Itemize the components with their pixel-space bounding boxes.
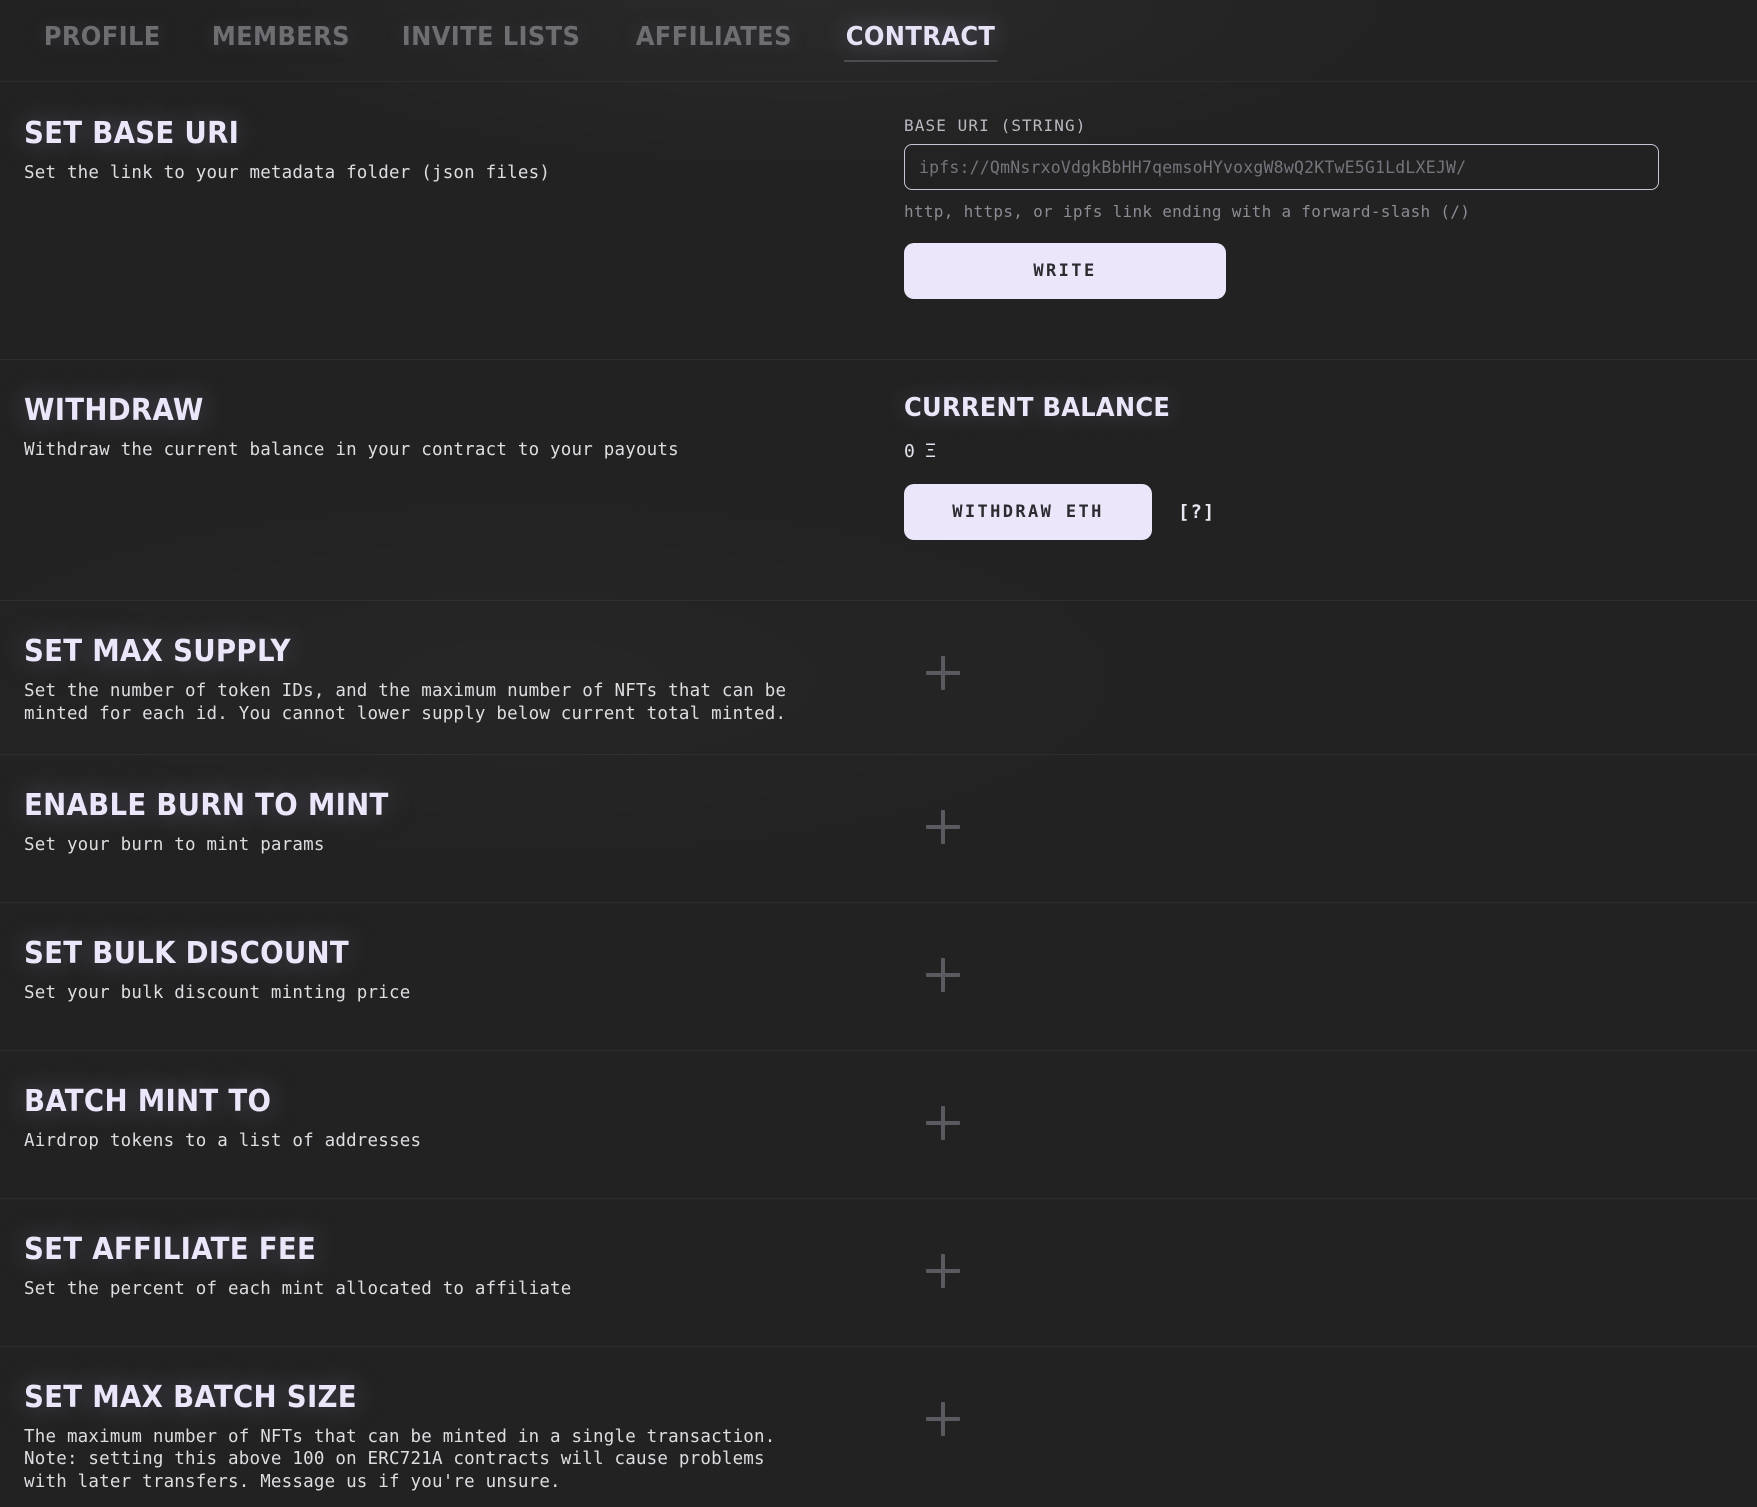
section-enable-burn-to-mint[interactable]: ENABLE BURN TO MINT Set your burn to min… (0, 754, 1757, 902)
section-withdraw-panel: CURRENT BALANCE 0 Ξ WITHDRAW ETH [?] (904, 359, 1757, 600)
section-description: Set the number of token IDs, and the max… (24, 680, 904, 726)
withdraw-actions: WITHDRAW ETH [?] (904, 462, 1757, 540)
plus-icon[interactable] (926, 810, 960, 844)
page-title-withdraw: WITHDRAW (24, 393, 834, 428)
section-set-base-uri: SET BASE URI Set the link to your metada… (0, 82, 1757, 359)
plus-icon[interactable] (926, 1402, 960, 1436)
section-set-max-batch-size-info: SET MAX BATCH SIZE The maximum number of… (24, 1346, 904, 1507)
section-withdraw: WITHDRAW Withdraw the current balance in… (0, 359, 1757, 600)
section-set-affiliate-fee[interactable]: SET AFFILIATE FEE Set the percent of eac… (0, 1198, 1757, 1346)
section-description: Airdrop tokens to a list of addresses (24, 1130, 904, 1153)
page-title-batch-mint-to: BATCH MINT TO (24, 1084, 834, 1119)
tab-affiliates[interactable]: AFFILIATES (632, 18, 796, 68)
plus-icon[interactable] (926, 656, 960, 690)
section-batch-mint-to-info: BATCH MINT TO Airdrop tokens to a list o… (24, 1050, 904, 1181)
ethereum-icon: Ξ (925, 442, 936, 461)
current-balance-row: 0 Ξ (904, 441, 1757, 462)
base-uri-field-label: BASE URI (STRING) (904, 116, 1757, 135)
write-button[interactable]: WRITE (904, 243, 1226, 299)
plus-icon[interactable] (926, 1106, 960, 1140)
section-set-base-uri-info: SET BASE URI Set the link to your metada… (24, 82, 904, 245)
base-uri-help-text: http, https, or ipfs link ending with a … (904, 202, 1757, 221)
section-description: The maximum number of NFTs that can be m… (24, 1426, 904, 1494)
section-set-max-supply-info: SET MAX SUPPLY Set the number of token I… (24, 600, 904, 754)
page-title-set-bulk-discount: SET BULK DISCOUNT (24, 936, 834, 971)
page-title-enable-burn-to-mint: ENABLE BURN TO MINT (24, 788, 834, 823)
base-uri-input[interactable] (904, 144, 1659, 190)
section-description: Set the percent of each mint allocated t… (24, 1278, 904, 1301)
tab-contract[interactable]: CONTRACT (842, 18, 999, 68)
section-set-affiliate-fee-toggle (904, 1198, 1757, 1288)
section-description: Withdraw the current balance in your con… (24, 439, 904, 462)
page-title-set-max-batch-size: SET MAX BATCH SIZE (24, 1380, 834, 1415)
balance-value: 0 (904, 441, 915, 462)
page-title-set-base-uri: SET BASE URI (24, 116, 834, 151)
current-balance-title: CURRENT BALANCE (904, 393, 1697, 423)
section-set-max-batch-size[interactable]: SET MAX BATCH SIZE The maximum number of… (0, 1346, 1757, 1507)
page-title-set-max-supply: SET MAX SUPPLY (24, 634, 834, 669)
section-description: Set your bulk discount minting price (24, 982, 904, 1005)
section-description: Set your burn to mint params (24, 834, 904, 857)
section-batch-mint-to-toggle (904, 1050, 1757, 1140)
tab-members[interactable]: MEMBERS (208, 18, 354, 68)
section-batch-mint-to[interactable]: BATCH MINT TO Airdrop tokens to a list o… (0, 1050, 1757, 1198)
section-description: Set the link to your metadata folder (js… (24, 162, 904, 185)
plus-icon[interactable] (926, 958, 960, 992)
section-set-max-batch-size-toggle (904, 1346, 1757, 1436)
section-set-max-supply-toggle (904, 600, 1757, 690)
section-withdraw-info: WITHDRAW Withdraw the current balance in… (24, 359, 904, 522)
section-set-bulk-discount[interactable]: SET BULK DISCOUNT Set your bulk discount… (0, 902, 1757, 1050)
section-set-max-supply[interactable]: SET MAX SUPPLY Set the number of token I… (0, 600, 1757, 754)
section-set-bulk-discount-toggle (904, 902, 1757, 992)
tab-invite-lists[interactable]: INVITE LISTS (398, 18, 584, 68)
help-icon[interactable]: [?] (1178, 501, 1215, 523)
plus-icon[interactable] (926, 1254, 960, 1288)
section-set-base-uri-form: BASE URI (STRING) http, https, or ipfs l… (904, 82, 1757, 359)
section-set-bulk-discount-info: SET BULK DISCOUNT Set your bulk discount… (24, 902, 904, 1033)
section-enable-burn-to-mint-info: ENABLE BURN TO MINT Set your burn to min… (24, 754, 904, 885)
section-set-affiliate-fee-info: SET AFFILIATE FEE Set the percent of eac… (24, 1198, 904, 1329)
main-tab-bar: PROFILE MEMBERS INVITE LISTS AFFILIATES … (0, 0, 1757, 82)
section-enable-burn-to-mint-toggle (904, 754, 1757, 844)
page-title-set-affiliate-fee: SET AFFILIATE FEE (24, 1232, 834, 1267)
withdraw-eth-button[interactable]: WITHDRAW ETH (904, 484, 1152, 540)
tab-profile[interactable]: PROFILE (40, 18, 164, 68)
